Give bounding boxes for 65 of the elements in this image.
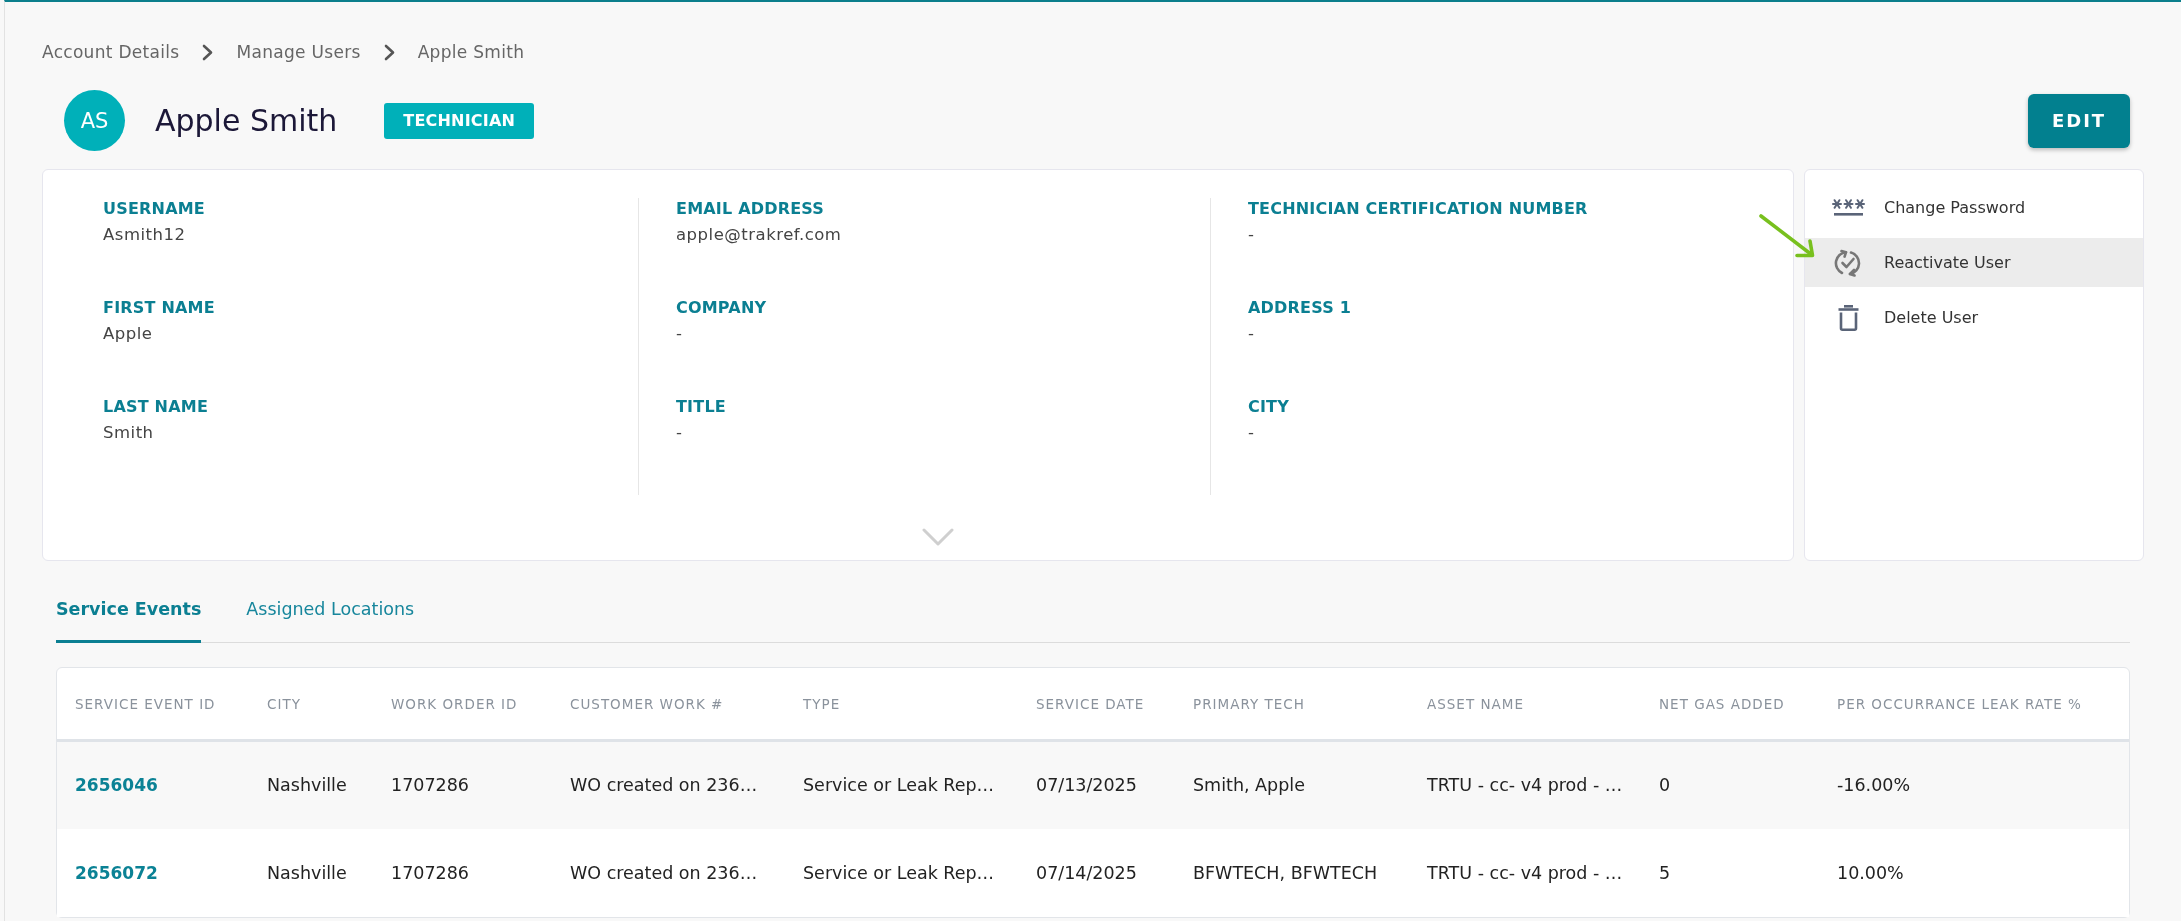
- field-label: TECHNICIAN CERTIFICATION NUMBER: [1248, 198, 1589, 220]
- breadcrumb-link[interactable]: Account Details: [42, 40, 180, 64]
- field-value: -: [1248, 224, 1256, 246]
- field-label: TITLE: [676, 396, 727, 418]
- column-header: ASSET NAME: [1427, 668, 1659, 741]
- chevron-right-icon: [383, 43, 395, 61]
- column-header: CUSTOMER WORK #: [570, 668, 803, 741]
- event-id-link[interactable]: 2656046: [75, 775, 158, 796]
- field-value: -: [676, 422, 684, 444]
- field-label: LAST NAME: [103, 396, 209, 418]
- field-label: EMAIL ADDRESS: [676, 198, 826, 220]
- table-cell: 1707286: [391, 740, 570, 829]
- tab[interactable]: Assigned Locations: [246, 591, 415, 643]
- field-label: ADDRESS 1: [1248, 297, 1353, 319]
- edit-button[interactable]: EDIT: [2028, 93, 2130, 148]
- table-cell: TRTU - cc- v4 prod - …: [1427, 828, 1659, 917]
- column-header: CITY: [267, 668, 391, 741]
- table-cell: Smith, Apple: [1193, 740, 1427, 829]
- chevron-right-icon: [202, 43, 214, 61]
- table-cell: TRTU - cc- v4 prod - …: [1427, 740, 1659, 829]
- field-label: CITY: [1248, 396, 1290, 418]
- column-header: TYPE: [803, 668, 1036, 741]
- trash-icon: [1837, 304, 1859, 331]
- table-cell: -16.00%: [1837, 740, 2129, 829]
- table-cell: 0: [1659, 740, 1837, 829]
- column-header: PER OCCURRANCE LEAK RATE %: [1837, 668, 2129, 741]
- column-header: WORK ORDER ID: [391, 668, 570, 741]
- column-header: NET GAS ADDED: [1659, 668, 1837, 741]
- table-cell: 10.00%: [1837, 828, 2129, 917]
- field-label: FIRST NAME: [103, 297, 216, 319]
- field-value: apple@trakref.com: [676, 224, 843, 246]
- table-cell: Nashville: [267, 740, 391, 829]
- field-value: -: [1248, 323, 1256, 345]
- table-cell: Nashville: [267, 828, 391, 917]
- breadcrumb-current: Apple Smith: [417, 41, 525, 64]
- table-cell: WO created on 236…: [570, 828, 803, 917]
- column-header: SERVICE DATE: [1036, 668, 1193, 741]
- table-cell: Service or Leak Rep…: [803, 828, 1036, 917]
- column-header: SERVICE EVENT ID: [57, 668, 267, 741]
- tab[interactable]: Service Events: [56, 591, 202, 643]
- table-cell: 1707286: [391, 828, 570, 917]
- column-header: PRIMARY TECH: [1193, 668, 1427, 741]
- table-cell: 07/13/2025: [1036, 740, 1193, 829]
- breadcrumb-link[interactable]: Manage Users: [236, 40, 361, 64]
- refresh-check-icon: [1833, 248, 1863, 277]
- table-cell: 5: [1659, 828, 1837, 917]
- field-label: COMPANY: [676, 297, 768, 319]
- table-cell: Service or Leak Rep…: [803, 740, 1036, 829]
- user-avatar: AS: [64, 90, 125, 151]
- user-name: Apple Smith: [155, 101, 338, 140]
- event-id-link[interactable]: 2656072: [75, 862, 158, 883]
- chevron-down-icon[interactable]: [922, 528, 954, 546]
- field-value: Asmith12: [103, 224, 187, 246]
- field-label: USERNAME: [103, 198, 206, 220]
- field-value: Apple: [103, 323, 154, 345]
- table-cell: WO created on 236…: [570, 740, 803, 829]
- table-cell: 07/14/2025: [1036, 828, 1193, 917]
- action-menu-item[interactable]: Reactivate User: [1805, 238, 2143, 287]
- pointer-arrow: [1758, 213, 1816, 259]
- field-value: -: [1248, 422, 1256, 444]
- field-value: Smith: [103, 422, 155, 444]
- password-icon: [1831, 199, 1865, 216]
- field-value: -: [676, 323, 684, 345]
- role-badge: TECHNICIAN: [384, 102, 535, 139]
- table-cell: BFWTECH, BFWTECH: [1193, 828, 1427, 917]
